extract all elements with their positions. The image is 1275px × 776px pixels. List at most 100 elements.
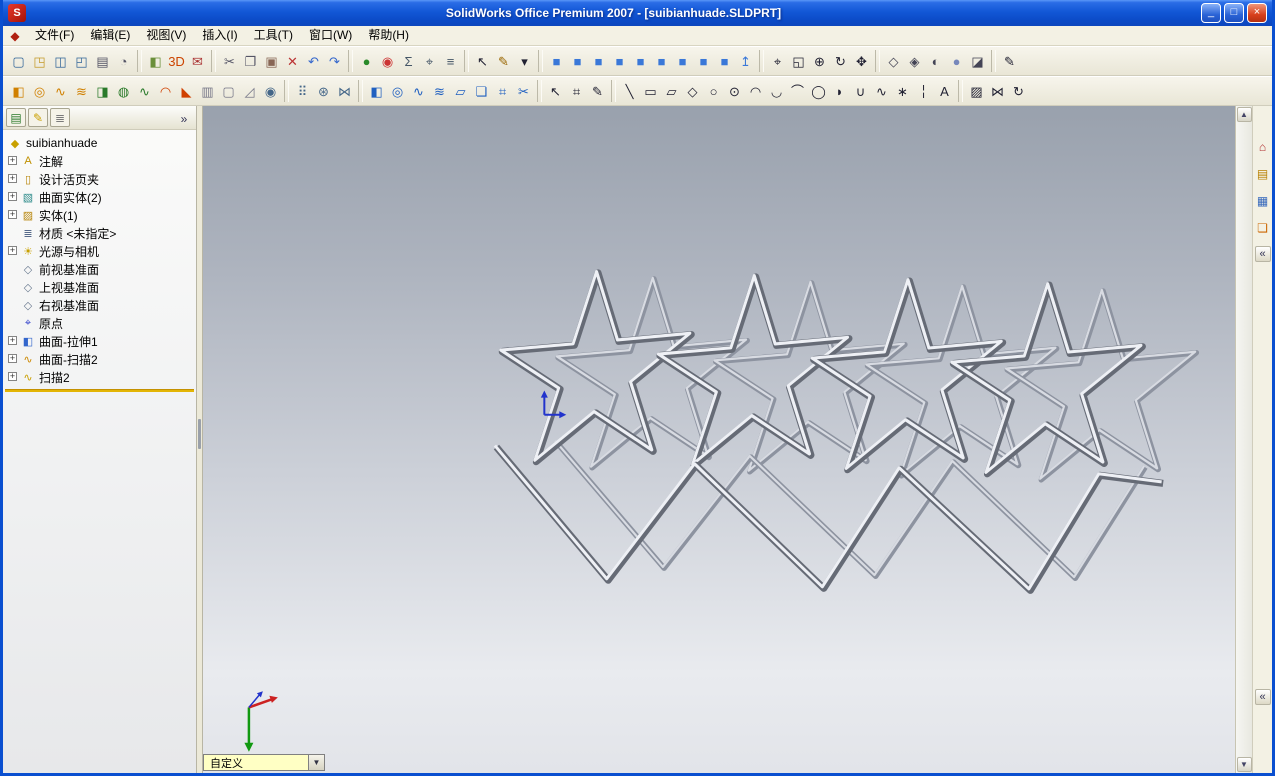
- tree-item-surface-sweep2[interactable]: + ∿ 曲面-扫描2: [5, 350, 194, 368]
- zoom-to-area[interactable]: ◱: [788, 51, 809, 72]
- task-pane-collapse-button-lower[interactable]: «: [1254, 689, 1271, 705]
- tree-item-origin[interactable]: ⌖ 原点: [5, 314, 194, 332]
- surface-extrude[interactable]: ◧: [366, 81, 387, 102]
- edit-color[interactable]: ◉: [377, 51, 398, 72]
- tree-root-part[interactable]: ◆ suibianhuade: [5, 134, 194, 152]
- hidden-lines-visible[interactable]: ◈: [904, 51, 925, 72]
- tree-item-right-plane[interactable]: ◇ 右视基准面: [5, 296, 194, 314]
- shell[interactable]: ▢: [218, 81, 239, 102]
- ellipse-tool[interactable]: ◯: [808, 81, 829, 102]
- mirror-entities[interactable]: ⋈: [987, 81, 1008, 102]
- sketch-toggle[interactable]: ✎: [493, 51, 514, 72]
- sketch-entity[interactable]: ✎: [587, 81, 608, 102]
- linear-pattern[interactable]: ⠿: [292, 81, 313, 102]
- perimeter-circle-tool[interactable]: ⊙: [724, 81, 745, 102]
- tree-expander[interactable]: +: [8, 246, 17, 255]
- offset-surface[interactable]: ❏: [471, 81, 492, 102]
- view-back[interactable]: ■: [567, 51, 588, 72]
- view-top[interactable]: ■: [630, 51, 651, 72]
- select[interactable]: ↖: [472, 51, 493, 72]
- lofted-boss[interactable]: ≋: [71, 81, 92, 102]
- shaded-with-edges[interactable]: ◐: [925, 51, 946, 72]
- propertymanager-tab[interactable]: ✎: [28, 108, 48, 127]
- partial-ellipse-tool[interactable]: ◗: [829, 81, 850, 102]
- tree-expander[interactable]: +: [8, 354, 17, 363]
- scroll-down-button[interactable]: ▼: [1236, 757, 1252, 772]
- panel-expand-button[interactable]: »: [175, 109, 193, 127]
- splitter-handle[interactable]: [198, 419, 201, 450]
- circle-tool[interactable]: ○: [703, 81, 724, 102]
- wireframe[interactable]: ◇: [883, 51, 904, 72]
- view-front[interactable]: ■: [546, 51, 567, 72]
- open-document[interactable]: ◳: [29, 51, 50, 72]
- sketch-grid[interactable]: ⌗: [566, 81, 587, 102]
- scroll-up-button[interactable]: ▲: [1236, 107, 1252, 122]
- rotate-entities[interactable]: ↻: [1008, 81, 1029, 102]
- text-tool[interactable]: A: [934, 81, 955, 102]
- polygon-tool[interactable]: ◇: [682, 81, 703, 102]
- tree-expander[interactable]: +: [8, 336, 17, 345]
- mass-properties[interactable]: Σ: [398, 51, 419, 72]
- tree-expander[interactable]: +: [8, 192, 17, 201]
- tree-item-lights-cameras[interactable]: + ☀ 光源与相机: [5, 242, 194, 260]
- edrawings[interactable]: ✉: [187, 51, 208, 72]
- rectangle-tool[interactable]: ▭: [640, 81, 661, 102]
- shaded[interactable]: ●: [946, 51, 967, 72]
- tree-item-annotations[interactable]: + A 注解: [5, 152, 194, 170]
- rotate-view[interactable]: ↻: [830, 51, 851, 72]
- view-preset-combo[interactable]: 自定义 ▼: [203, 754, 325, 771]
- trim-surface[interactable]: ✂: [513, 81, 534, 102]
- tree-item-surface-bodies[interactable]: + ▧ 曲面实体(2): [5, 188, 194, 206]
- rib[interactable]: ▥: [197, 81, 218, 102]
- surface-sweep[interactable]: ∿: [408, 81, 429, 102]
- view-normal-to[interactable]: ↥: [735, 51, 756, 72]
- planar-surface[interactable]: ▱: [450, 81, 471, 102]
- mirror-feature[interactable]: ⋈: [334, 81, 355, 102]
- new-document[interactable]: ▢: [8, 51, 29, 72]
- pan[interactable]: ✥: [851, 51, 872, 72]
- view-trimetric[interactable]: ■: [693, 51, 714, 72]
- view-palette[interactable]: ❏: [1254, 219, 1272, 237]
- file-explorer[interactable]: ▦: [1254, 192, 1272, 210]
- menu-help[interactable]: 帮助(H): [360, 26, 417, 45]
- graphics-viewport[interactable]: 自定义 ▼: [203, 106, 1235, 773]
- menu-insert[interactable]: 插入(I): [194, 26, 245, 45]
- centerpoint-arc-tool[interactable]: ◠: [745, 81, 766, 102]
- crosshatch[interactable]: ▨: [966, 81, 987, 102]
- menu-window[interactable]: 窗口(W): [301, 26, 360, 45]
- tangent-arc-tool[interactable]: ◡: [766, 81, 787, 102]
- zoom-in-out[interactable]: ⊕: [809, 51, 830, 72]
- tree-expander[interactable]: +: [8, 174, 17, 183]
- tree-expander[interactable]: +: [8, 210, 17, 219]
- rebuild[interactable]: ●: [356, 51, 377, 72]
- tree-expander[interactable]: +: [8, 372, 17, 381]
- rollback-bar[interactable]: [5, 389, 194, 392]
- save[interactable]: ◫: [50, 51, 71, 72]
- menu-view[interactable]: 视图(V): [138, 26, 194, 45]
- knit-surface[interactable]: ⌗: [492, 81, 513, 102]
- featuremanager-tab[interactable]: ▤: [6, 108, 26, 127]
- parabola-tool[interactable]: ∪: [850, 81, 871, 102]
- close-button[interactable]: ×: [1247, 3, 1267, 23]
- draft[interactable]: ◿: [239, 81, 260, 102]
- swept-cut[interactable]: ∿: [134, 81, 155, 102]
- redo[interactable]: ↷: [324, 51, 345, 72]
- centerline-tool[interactable]: ╎: [913, 81, 934, 102]
- view-bottom[interactable]: ■: [651, 51, 672, 72]
- fillet[interactable]: ◠: [155, 81, 176, 102]
- menu-file[interactable]: 文件(F): [27, 26, 82, 45]
- surface-revolve[interactable]: ◎: [387, 81, 408, 102]
- delete[interactable]: ✕: [282, 51, 303, 72]
- revolved-cut[interactable]: ◍: [113, 81, 134, 102]
- solidworks-menu-icon[interactable]: ◆: [7, 29, 23, 43]
- tree-item-sweep2[interactable]: + ∿ 扫描2: [5, 368, 194, 386]
- tree-item-surface-extrude1[interactable]: + ◧ 曲面-拉伸1: [5, 332, 194, 350]
- view-isometric[interactable]: ■: [672, 51, 693, 72]
- solidworks-resources[interactable]: ⌂: [1254, 138, 1272, 156]
- zoom-to-fit[interactable]: ⌖: [767, 51, 788, 72]
- menu-edit[interactable]: 编辑(E): [82, 26, 138, 45]
- point-tool[interactable]: ∗: [892, 81, 913, 102]
- undo[interactable]: ↶: [303, 51, 324, 72]
- maximize-button[interactable]: □: [1224, 3, 1244, 23]
- view-right[interactable]: ■: [609, 51, 630, 72]
